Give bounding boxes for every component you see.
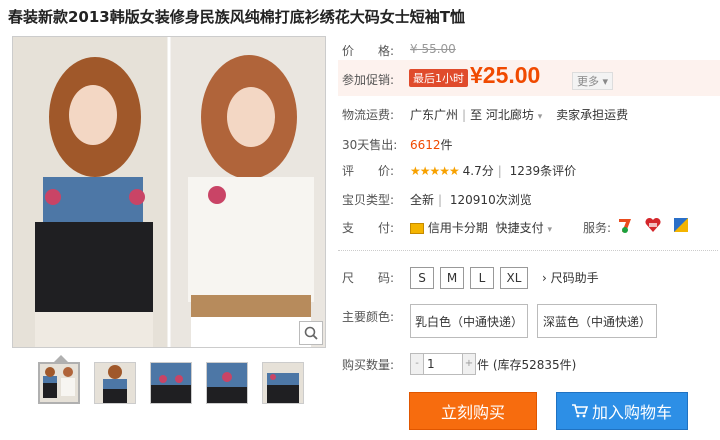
promo-price: ¥25.00 [470, 62, 540, 89]
thumbnail-3[interactable] [150, 362, 192, 404]
quantity-decrement-button[interactable]: - [411, 354, 424, 374]
ship-to-selector[interactable]: 河北廊坊 ▾ [486, 108, 542, 122]
price-label: 价 格: [342, 44, 395, 58]
original-price: ¥ 55.00 [410, 42, 456, 56]
seven-day-return-icon[interactable] [617, 217, 633, 233]
thumbnail-image [151, 363, 191, 403]
ship-sep-word: 至 [470, 108, 483, 122]
product-title: 春装新款2013韩版女装修身民族风纯棉打底衫绣花大码女士短袖T恤 [8, 8, 465, 26]
view-count: 120910次浏览 [449, 193, 532, 207]
cart-icon [571, 404, 588, 418]
quantity-input[interactable]: 1 [427, 357, 435, 371]
main-product-image[interactable] [12, 36, 326, 348]
size-option-l[interactable]: L [470, 267, 494, 289]
thumbnail-2[interactable] [94, 362, 136, 404]
type-label: 宝贝类型: [342, 193, 395, 207]
ship-to: 河北廊坊 [485, 108, 534, 122]
thumbnail-strip [38, 362, 304, 404]
size-option-s[interactable]: S [410, 267, 434, 289]
quantity-increment-button[interactable]: + [462, 354, 475, 374]
thumbnail-image [95, 363, 135, 403]
color-option-ivory[interactable]: 乳白色（中通快递） [410, 304, 528, 338]
product-photo [13, 37, 325, 347]
rating-label: 评 价: [342, 164, 395, 178]
installment-option[interactable]: 信用卡分期 [428, 221, 488, 235]
rating-info: ★★★★★ 4.7分 | 1239条评价 [410, 162, 576, 179]
separator: | [438, 193, 443, 207]
quality-badge-icon[interactable] [673, 217, 689, 233]
chevron-down-icon: ▾ [537, 112, 543, 122]
shipping-label: 物流运费: [342, 108, 395, 122]
shipping-fee: 卖家承担运费 [556, 108, 629, 122]
thumbnail-pointer [54, 355, 68, 362]
zoom-icon[interactable] [299, 321, 323, 345]
thumbnail-4[interactable] [206, 362, 248, 404]
quantity-label: 购买数量: [342, 358, 395, 372]
service-label: 服务: [583, 221, 612, 235]
add-to-cart-button[interactable]: 加入购物车 [556, 392, 688, 430]
promo-label: 参加促销: [342, 73, 395, 87]
item-condition: 全新 [410, 193, 435, 207]
size-option-xl[interactable]: XL [500, 267, 528, 289]
thumbnail-image [40, 364, 78, 402]
payment-info: 信用卡分期 快捷支付 ▾ [410, 219, 552, 236]
buy-now-button[interactable]: 立刻购买 [409, 392, 537, 430]
color-option-navy[interactable]: 深蓝色（中通快递） [537, 304, 657, 338]
currency-symbol: ¥ [470, 62, 483, 88]
separator: | [497, 164, 502, 178]
chevron-down-icon[interactable]: ▾ [548, 225, 553, 235]
buy-now-label: 立刻购买 [440, 403, 505, 422]
sold-unit: 件 [440, 138, 453, 152]
guarantee-icon[interactable] [645, 217, 661, 233]
chevron-right-icon: › [542, 271, 547, 285]
size-helper-link[interactable]: › 尺码助手 [542, 269, 599, 286]
rating-score: 4.7分 [462, 164, 494, 178]
promo-price-value: 25.00 [482, 62, 541, 88]
size-option-m[interactable]: M [440, 267, 464, 289]
type-info: 全新 | 120910次浏览 [410, 191, 532, 208]
thumbnail-image [207, 363, 247, 403]
separator: | [462, 108, 467, 122]
credit-card-icon [410, 223, 424, 234]
shipping-info: 广东广州 | 至 河北廊坊 ▾ 卖家承担运费 [410, 106, 628, 123]
more-promos-label: 更多 [577, 75, 599, 88]
size-label: 尺 码: [342, 271, 395, 285]
color-label: 主要颜色: [342, 310, 395, 324]
section-divider [338, 250, 718, 251]
size-helper-label: 尺码助手 [550, 271, 599, 285]
sold-info: 6612件 [410, 136, 453, 153]
review-count-link[interactable]: 1239条评价 [510, 164, 577, 178]
promo-tag: 最后1小时 [409, 69, 468, 87]
star-rating-icon: ★★★★★ [410, 164, 460, 178]
chevron-down-icon: ▾ [602, 75, 609, 88]
quantity-stepper[interactable]: - 1 + [410, 353, 476, 375]
thumbnail-image [263, 363, 303, 403]
sold-count: 6612 [410, 138, 441, 152]
add-to-cart-label: 加入购物车 [591, 403, 672, 422]
stock-info: 件 (库存52835件) [477, 358, 577, 372]
ship-from: 广东广州 [410, 108, 459, 122]
thumbnail-1[interactable] [38, 362, 80, 404]
sold-label: 30天售出: [342, 138, 398, 152]
payment-label: 支 付: [342, 221, 395, 235]
thumbnail-5[interactable] [262, 362, 304, 404]
more-promos-button[interactable]: 更多 ▾ [572, 72, 614, 90]
quick-pay-option[interactable]: 快捷支付 [496, 221, 544, 235]
